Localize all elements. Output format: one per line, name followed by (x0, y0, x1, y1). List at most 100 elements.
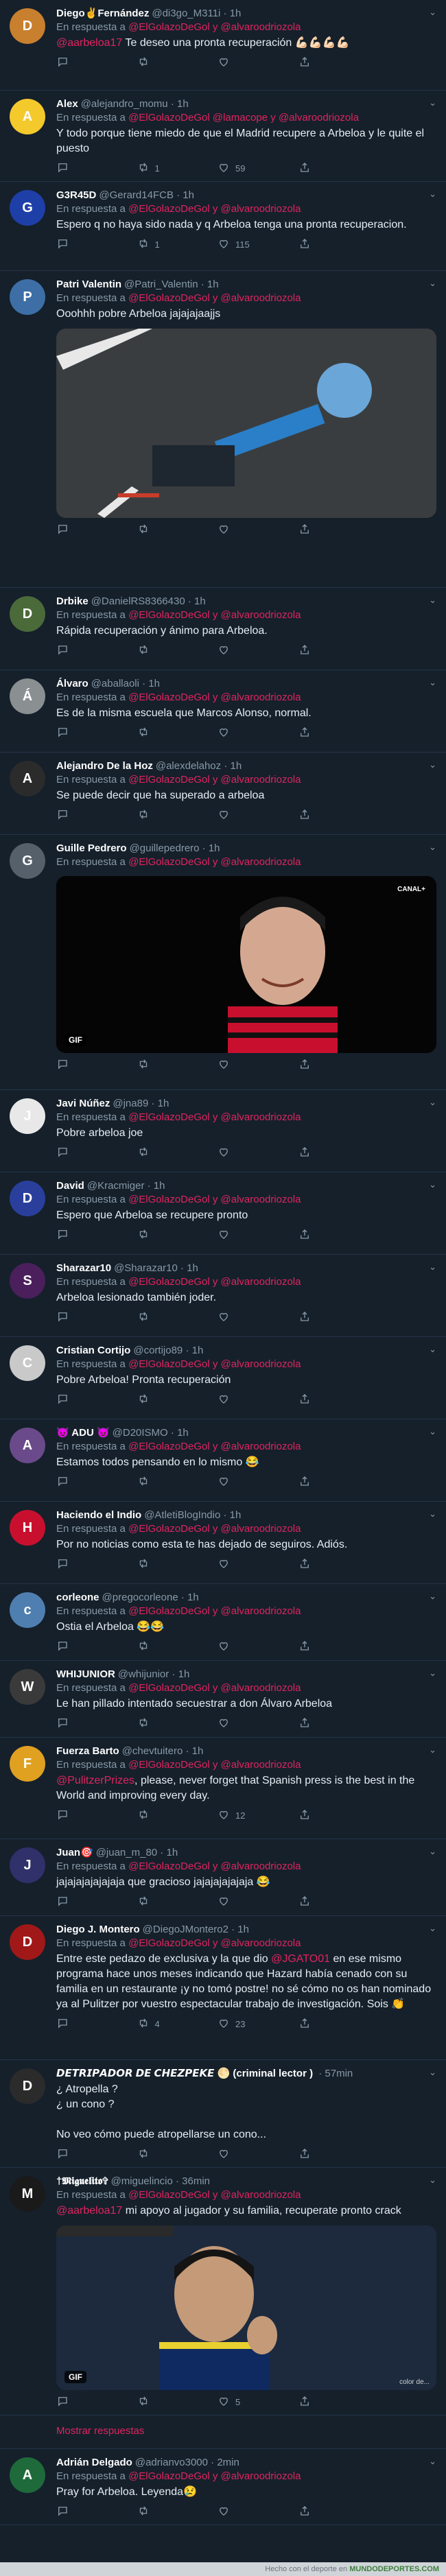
like-button[interactable] (218, 1476, 298, 1488)
share-button[interactable] (298, 1895, 379, 1908)
user-handle[interactable]: @aballaoli (91, 678, 139, 689)
chevron-down-icon[interactable]: ⌄ (429, 2175, 436, 2186)
like-button[interactable] (218, 2148, 298, 2160)
reply-mentions[interactable]: @ElGolazoDeGol y @alvaroodriozola (128, 692, 301, 703)
chevron-down-icon[interactable]: ⌄ (429, 842, 436, 853)
timestamp[interactable]: · 1h (168, 98, 189, 110)
reply-button[interactable] (56, 1393, 137, 1406)
user-handle[interactable]: @juan_m_80 (96, 1847, 157, 1858)
avatar[interactable]: G (10, 190, 45, 226)
avatar[interactable]: A (10, 1428, 45, 1463)
avatar[interactable]: D (10, 596, 45, 632)
tweet[interactable]: H ⌄ Haciendo el Indio @AtletiBlogIndio · 1h… (0, 1502, 446, 1584)
share-button[interactable] (298, 809, 379, 821)
mention-link[interactable]: @PulitzerPrizes (56, 1775, 134, 1786)
avatar[interactable]: C (10, 1345, 45, 1381)
share-button[interactable] (298, 1809, 379, 1821)
tweet[interactable]: A ⌄ Alex @alejandro_momu · 1h En respuesta a… (0, 91, 446, 182)
share-button[interactable] (298, 2018, 379, 2030)
reply-button[interactable] (56, 644, 137, 657)
share-button[interactable] (298, 1476, 379, 1488)
chevron-down-icon[interactable]: ⌄ (429, 1846, 436, 1857)
reply-mentions[interactable]: @ElGolazoDeGol y @alvaroodriozola (128, 292, 301, 304)
chevron-down-icon[interactable]: ⌄ (429, 1426, 436, 1437)
display-name[interactable]: David (56, 1180, 84, 1192)
share-button[interactable] (298, 1717, 379, 1729)
timestamp[interactable]: · 2min (208, 2457, 239, 2468)
chevron-down-icon[interactable]: ⌄ (429, 7, 436, 18)
tweet[interactable]: F ⌄ Fuerza Barto @chevtuitero · 1h En respue… (0, 1738, 446, 1839)
share-button[interactable] (298, 1558, 379, 1570)
timestamp[interactable]: · 1h (174, 189, 194, 201)
retweet-button[interactable] (137, 1393, 218, 1406)
reply-button[interactable] (56, 1558, 137, 1570)
chevron-down-icon[interactable]: ⌄ (429, 97, 436, 108)
reply-mentions[interactable]: @ElGolazoDeGol y @alvaroodriozola (128, 609, 301, 621)
display-name[interactable]: corleone (56, 1592, 99, 1603)
chevron-down-icon[interactable]: ⌄ (429, 1923, 436, 1934)
display-name[interactable]: Cristian Cortijo (56, 1345, 130, 1356)
reply-mentions[interactable]: @ElGolazoDeGol y @alvaroodriozola (128, 2189, 301, 2201)
display-name[interactable]: Adrián Delgado (56, 2457, 132, 2468)
avatar[interactable]: Á (10, 678, 45, 714)
chevron-down-icon[interactable]: ⌄ (429, 1509, 436, 1520)
reply-button[interactable] (56, 1640, 137, 1653)
like-button[interactable] (218, 1717, 298, 1729)
like-button[interactable] (218, 1640, 298, 1653)
reply-mentions[interactable]: @ElGolazoDeGol y @alvaroodriozola (128, 1937, 301, 1949)
retweet-button[interactable] (137, 523, 218, 536)
like-button[interactable] (218, 56, 298, 69)
user-handle[interactable]: @jna89 (113, 1098, 148, 1109)
display-name[interactable]: G3R45D (56, 189, 96, 201)
display-name[interactable]: Guille Pedrero (56, 842, 127, 854)
retweet-button[interactable]: 1 (137, 238, 218, 250)
chevron-down-icon[interactable]: ⌄ (429, 1097, 436, 1108)
avatar[interactable]: S (10, 1263, 45, 1299)
avatar[interactable]: J (10, 1847, 45, 1883)
display-name[interactable]: 😈 ADU 😈 (56, 1427, 110, 1439)
tweet[interactable]: D ⌄ Diego✌️Fernández @di3go_M311i · 1h En re… (0, 0, 446, 91)
display-name[interactable]: Fuerza Barto (56, 1745, 119, 1757)
tweet[interactable]: G ⌄ G3R45D @Gerard14FCB · 1h En respuesta a … (0, 182, 446, 271)
avatar[interactable]: P (10, 279, 45, 315)
timestamp[interactable]: · 1h (139, 678, 160, 689)
user-handle[interactable]: @Patri_Valentin (124, 279, 198, 290)
share-button[interactable] (298, 2396, 379, 2408)
reply-mentions[interactable]: @ElGolazoDeGol y @alvaroodriozola (128, 1276, 301, 1288)
avatar[interactable]: J (10, 1098, 45, 1134)
user-handle[interactable]: @Gerard14FCB (99, 189, 174, 201)
retweet-button[interactable] (137, 56, 218, 69)
avatar[interactable]: D (10, 2068, 45, 2104)
tweet[interactable]: C ⌄ Cristian Cortijo @cortijo89 · 1h En resp… (0, 1337, 446, 1419)
reply-button[interactable] (56, 1809, 137, 1821)
reply-button[interactable] (56, 726, 137, 739)
like-button[interactable] (218, 1311, 298, 1323)
display-name[interactable]: Patri Valentin (56, 279, 121, 290)
retweet-button[interactable] (137, 644, 218, 657)
share-button[interactable] (298, 726, 379, 739)
retweet-button[interactable] (137, 809, 218, 821)
tweet[interactable]: G ⌄ Guille Pedrero @guillepedrero · 1h En re… (0, 835, 446, 1090)
reply-button[interactable] (56, 2396, 137, 2408)
chevron-down-icon[interactable]: ⌄ (429, 1745, 436, 1756)
chevron-down-icon[interactable]: ⌄ (429, 677, 436, 688)
user-handle[interactable]: @pregocorleone (102, 1592, 178, 1603)
reply-mentions[interactable]: @ElGolazoDeGol y @alvaroodriozola (128, 1605, 301, 1617)
chevron-down-icon[interactable]: ⌄ (429, 278, 436, 289)
avatar[interactable]: D (10, 1181, 45, 1216)
reply-button[interactable] (56, 1717, 137, 1729)
like-button[interactable] (218, 2505, 298, 2518)
reply-button[interactable] (56, 1895, 137, 1908)
reply-button[interactable] (56, 2148, 137, 2160)
reply-button[interactable] (56, 1476, 137, 1488)
share-button[interactable] (298, 56, 379, 69)
timestamp[interactable]: · 1h (178, 1592, 199, 1603)
tweet[interactable]: W ⌄ WHIJUNIOR @whijunior · 1h En respuesta a… (0, 1661, 446, 1738)
like-button[interactable]: 115 (218, 238, 298, 250)
reply-mentions[interactable]: @ElGolazoDeGol y @alvaroodriozola (128, 21, 301, 33)
avatar[interactable]: W (10, 1669, 45, 1705)
timestamp[interactable]: · 1h (185, 595, 206, 607)
share-button[interactable] (298, 1059, 379, 1071)
retweet-button[interactable] (137, 2396, 218, 2408)
timestamp[interactable]: · 1h (221, 760, 242, 772)
